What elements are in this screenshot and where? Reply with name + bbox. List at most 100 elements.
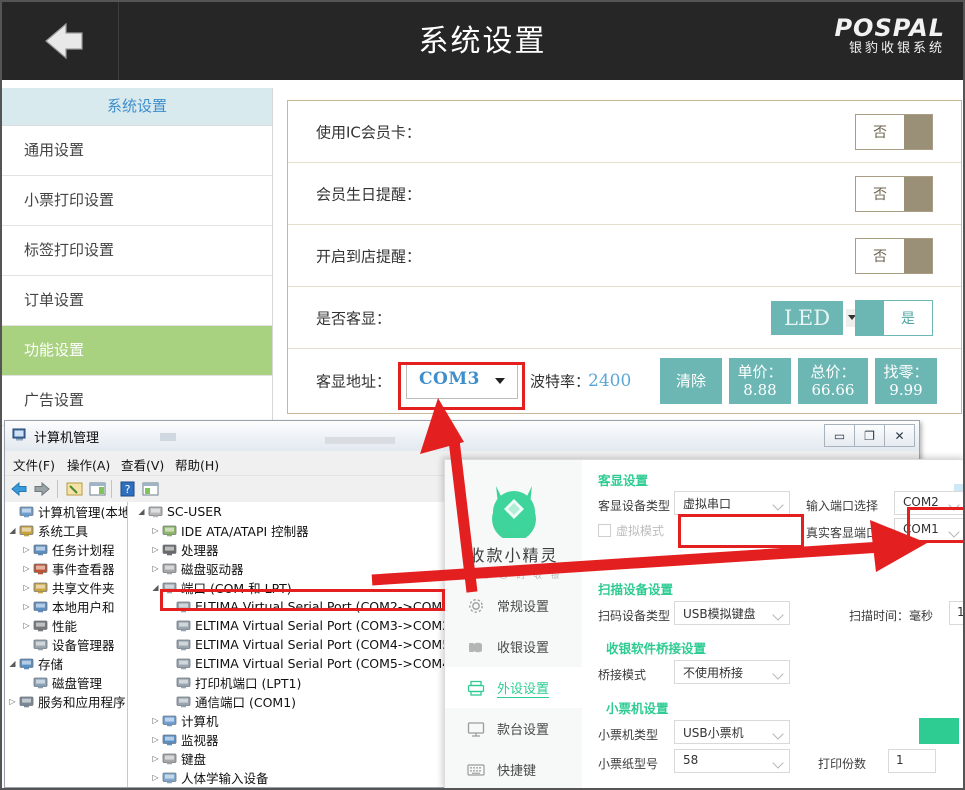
toggle-knob bbox=[904, 238, 932, 273]
expander-icon[interactable]: ◢ bbox=[7, 526, 18, 535]
input-value: 1 bbox=[896, 753, 904, 767]
select-receipt-printer-type[interactable]: USB小票机 bbox=[674, 720, 790, 744]
select-display-device-type[interactable]: 虚拟串口 bbox=[674, 491, 790, 515]
pos-header: 系统设置 POSPAL 银豹收银系统 bbox=[2, 2, 963, 80]
expander-icon[interactable]: ▷ bbox=[21, 621, 32, 630]
select-scanner-type[interactable]: USB模拟键盘 bbox=[674, 601, 790, 625]
tree-item[interactable]: ▷ 任务计划程 bbox=[5, 540, 127, 559]
nav-item-peripherals[interactable]: 外设设置 bbox=[445, 667, 582, 708]
toggle-knob bbox=[904, 176, 932, 211]
tree-item-label: 本地用户和 bbox=[52, 600, 115, 615]
tree-item[interactable]: ▷ 服务和应用程序 bbox=[5, 692, 127, 711]
expander-icon[interactable]: ▷ bbox=[150, 754, 161, 763]
toggle-birthday-reminder[interactable]: 否 bbox=[855, 175, 933, 212]
toggle-ic-card[interactable]: 否 bbox=[855, 113, 933, 150]
label-real-display-port: 真实客显端口 bbox=[806, 526, 879, 540]
forward-nav-icon[interactable] bbox=[32, 480, 51, 498]
app-name: 收款小精灵 bbox=[468, 546, 559, 565]
nav-item-hotkeys[interactable]: 快捷键 bbox=[445, 749, 582, 788]
maximize-button[interactable]: ❐ bbox=[854, 424, 885, 447]
tree-item[interactable]: ▷ 共享文件夹 bbox=[5, 578, 127, 597]
close-button[interactable]: ✕ bbox=[884, 424, 915, 447]
properties-icon[interactable] bbox=[65, 480, 84, 498]
sidebar-item-function[interactable]: 功能设置 bbox=[2, 326, 272, 376]
checkbox-emulate-mode[interactable] bbox=[598, 524, 611, 537]
menu-help[interactable]: 帮助(H) bbox=[175, 455, 219, 474]
tree-item-label: 计算机管理(本地) bbox=[38, 505, 128, 520]
baud-rate-label: 波特率： bbox=[530, 372, 591, 391]
tree-item[interactable]: 设备管理器 bbox=[5, 635, 127, 654]
tree-item-label: 系统工具 bbox=[38, 524, 89, 539]
menu-view[interactable]: 查看(V) bbox=[121, 455, 164, 474]
label-display-device-type: 客显设备类型 bbox=[598, 499, 671, 513]
input-scan-time[interactable]: 1 bbox=[949, 601, 963, 625]
select-bridge-mode[interactable]: 不使用桥接 bbox=[674, 660, 790, 684]
back-nav-icon[interactable] bbox=[10, 480, 29, 498]
tree-item-label: 键盘 bbox=[181, 752, 207, 767]
tree-item[interactable]: 计算机管理(本地) bbox=[5, 502, 127, 521]
tree-item[interactable]: ▷ 事件查看器 bbox=[5, 559, 127, 578]
expander-icon[interactable]: ▷ bbox=[150, 716, 161, 725]
tree-item-label: 人体学输入设备 bbox=[181, 771, 269, 786]
test-print-button[interactable] bbox=[919, 718, 959, 744]
menu-action[interactable]: 操作(A) bbox=[67, 455, 110, 474]
section-title-scanner: 扫描设备设置 bbox=[598, 582, 674, 597]
app-sidebar: 收款小精灵 智 慧 您 的 收 银 常规设置 收银设置 外设设置 款台设置 快捷… bbox=[445, 460, 583, 788]
sidebar-item-receipt-print[interactable]: 小票打印设置 bbox=[2, 176, 272, 226]
tree-item-label: 性能 bbox=[52, 619, 78, 634]
change-button[interactable]: 找零： 9.99 bbox=[875, 358, 937, 404]
tree-item-label: SC-USER bbox=[167, 504, 222, 519]
sidebar-item-label-print[interactable]: 标签打印设置 bbox=[2, 226, 272, 276]
sidebar-item-order[interactable]: 订单设置 bbox=[2, 276, 272, 326]
tree-item[interactable]: ◢ 系统工具 bbox=[5, 521, 127, 540]
nav-label: 外设设置 bbox=[497, 678, 550, 698]
button-value: 9.99 bbox=[889, 381, 923, 399]
highlight-box-input-port bbox=[907, 507, 963, 543]
expander-icon[interactable]: ▷ bbox=[150, 773, 161, 782]
sidebar-item-ad[interactable]: 广告设置 bbox=[2, 376, 272, 426]
nav-item-general[interactable]: 常规设置 bbox=[445, 585, 582, 626]
expander-icon[interactable]: ▷ bbox=[21, 583, 32, 592]
settings-sidebar: 系统设置 通用设置 小票打印设置 标签打印设置 订单设置 功能设置 广告设置 bbox=[2, 88, 273, 426]
monitor-icon bbox=[161, 732, 178, 747]
toggle-arrival-reminder[interactable]: 否 bbox=[855, 237, 933, 274]
expander-icon[interactable]: ▷ bbox=[150, 526, 161, 535]
select-receipt-paper-type[interactable]: 58 bbox=[674, 749, 790, 773]
total-price-button[interactable]: 总价： 66.66 bbox=[798, 358, 868, 404]
expander-icon[interactable]: ▷ bbox=[150, 735, 161, 744]
nav-item-cashier[interactable]: 收银设置 bbox=[445, 626, 582, 667]
tree-item[interactable]: ▷ 性能 bbox=[5, 616, 127, 635]
toolbar-separator bbox=[111, 480, 112, 498]
expander-icon[interactable]: ▷ bbox=[21, 564, 32, 573]
display-type-select[interactable]: LED bbox=[771, 300, 843, 335]
help-icon[interactable]: ? bbox=[118, 480, 137, 498]
export-list-icon[interactable] bbox=[141, 480, 160, 498]
input-print-copies[interactable]: 1 bbox=[888, 749, 936, 773]
expander-icon[interactable]: ▷ bbox=[21, 602, 32, 611]
expander-icon[interactable]: ▷ bbox=[150, 545, 161, 554]
nav-item-counter[interactable]: 款台设置 bbox=[445, 708, 582, 749]
console-tree-pane[interactable]: 计算机管理(本地) ◢ 系统工具 ▷ 任务计划程 ▷ 事件查看器 ▷ 共享文件夹 ▷ 本地用户和 ▷ 性… bbox=[5, 502, 128, 787]
users-icon bbox=[32, 599, 49, 614]
clear-button[interactable]: 清除 bbox=[660, 358, 722, 404]
expander-icon[interactable]: ◢ bbox=[136, 507, 147, 516]
show-pane-icon[interactable] bbox=[88, 480, 107, 498]
expander-icon[interactable]: ▷ bbox=[150, 564, 161, 573]
coins-icon bbox=[465, 638, 487, 656]
chevron-down-icon bbox=[772, 728, 784, 740]
expander-icon[interactable]: ▷ bbox=[7, 697, 18, 706]
toggle-customer-display[interactable]: 是 bbox=[855, 299, 933, 336]
menu-file[interactable]: 文件(F) bbox=[13, 455, 55, 474]
sidebar-item-general[interactable]: 通用设置 bbox=[2, 126, 272, 176]
tree-item[interactable]: ▷ 本地用户和 bbox=[5, 597, 127, 616]
cpu-icon bbox=[161, 542, 178, 557]
expander-icon[interactable]: ◢ bbox=[7, 659, 18, 668]
chevron-down-icon bbox=[772, 609, 784, 621]
toggle-knob bbox=[856, 300, 884, 335]
expander-icon[interactable]: ▷ bbox=[21, 545, 32, 554]
tree-item[interactable]: 磁盘管理 bbox=[5, 673, 127, 692]
minimize-button[interactable]: ▭ bbox=[824, 424, 855, 447]
tree-item-label: ELTIMA Virtual Serial Port (COM5->COM4) bbox=[195, 656, 456, 671]
unit-price-button[interactable]: 单价： 8.88 bbox=[729, 358, 791, 404]
tree-item[interactable]: ◢ 存储 bbox=[5, 654, 127, 673]
